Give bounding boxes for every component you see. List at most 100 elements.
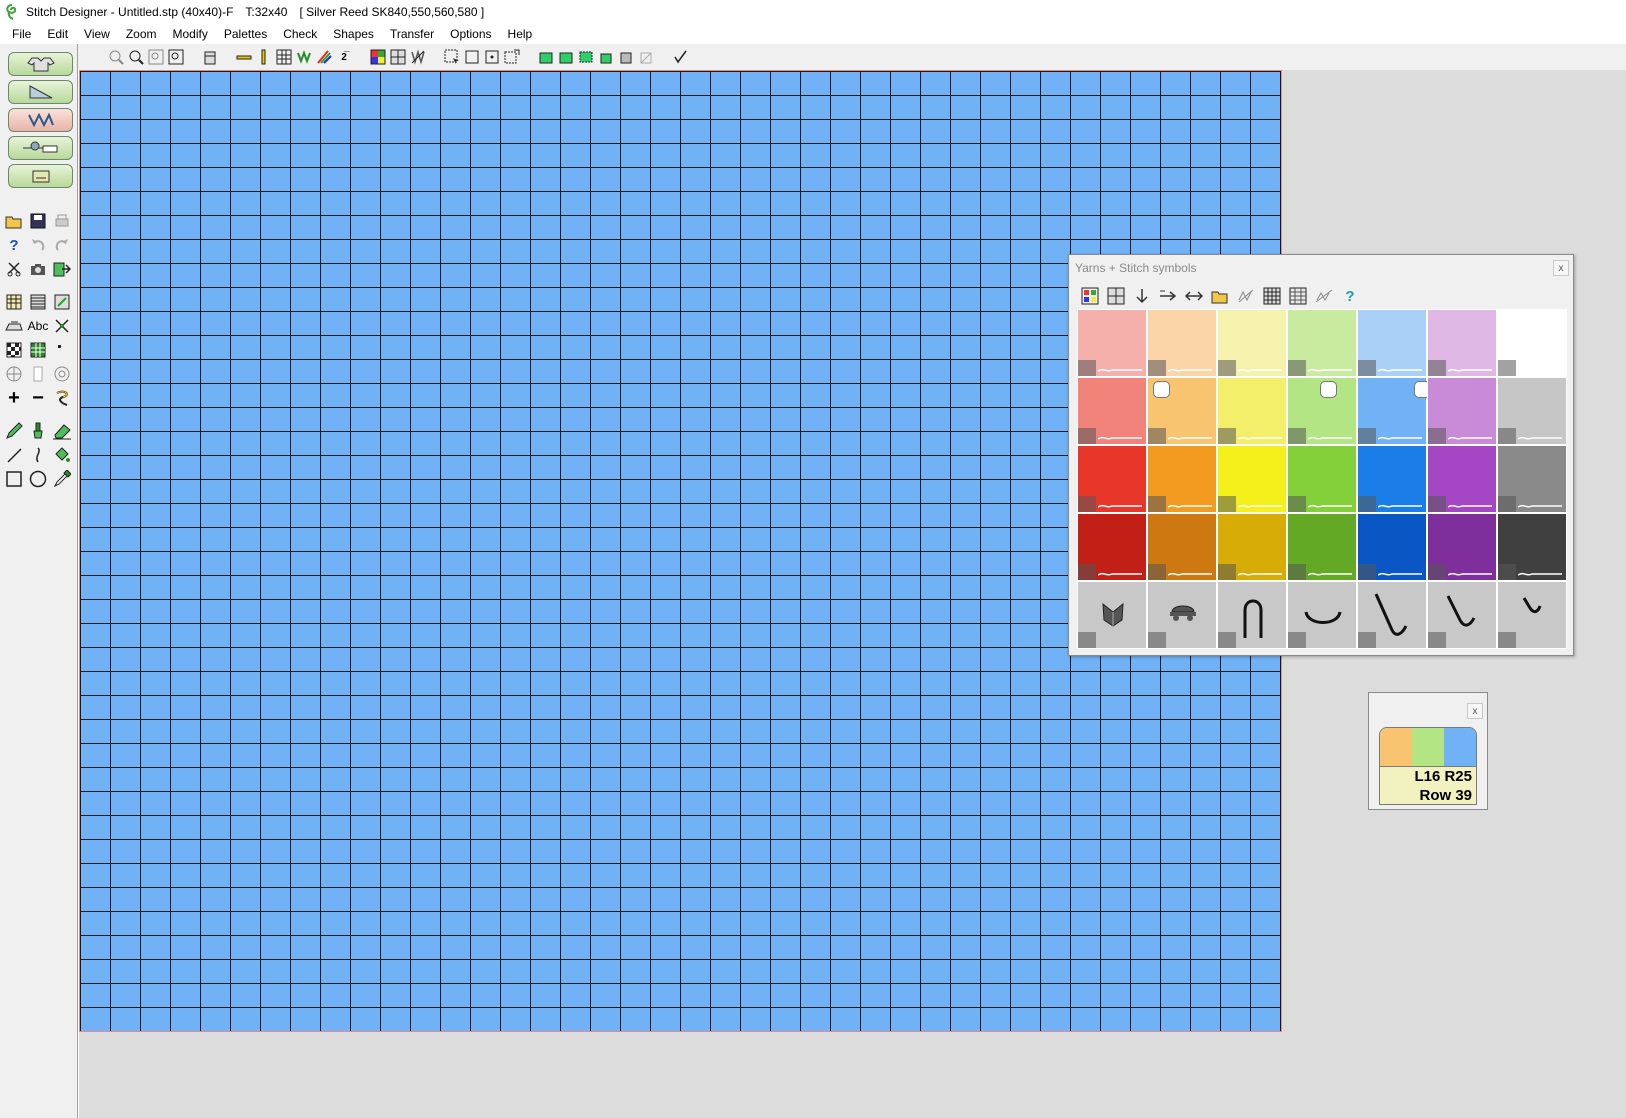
yarn-swatch[interactable] (1287, 445, 1357, 513)
yarn-swatch[interactable] (1357, 445, 1427, 513)
yarn-swatch[interactable] (1147, 513, 1217, 581)
yarn-swatch[interactable] (1427, 377, 1497, 445)
menu-options[interactable]: Options (442, 27, 499, 41)
yarn-swatch[interactable] (1357, 377, 1431, 445)
stitch-symbol-swatch[interactable] (1147, 581, 1217, 649)
yarn-swatch[interactable] (1217, 513, 1287, 581)
carriage-off-icon[interactable] (636, 47, 656, 67)
yarn-swatch[interactable] (1427, 309, 1497, 377)
palette-symbol-view-icon[interactable] (1103, 285, 1129, 307)
paste-icon[interactable] (51, 258, 73, 280)
palette-move-down-icon[interactable] (1129, 285, 1155, 307)
print-icon[interactable] (51, 210, 73, 232)
stitch-symbol-swatch[interactable] (1217, 581, 1287, 649)
yarn-swap-icon[interactable] (576, 47, 596, 67)
line-tool-icon[interactable] (3, 444, 25, 466)
help-icon[interactable]: ? (3, 234, 25, 256)
stitch-view-icon[interactable] (294, 47, 314, 67)
grid-toggle-icon[interactable] (274, 47, 294, 67)
symbol-view-icon[interactable] (388, 47, 408, 67)
mirror-icon[interactable] (27, 363, 49, 385)
checker-fill-icon[interactable] (3, 339, 25, 361)
remove-icon[interactable]: − (27, 387, 49, 409)
curve-tool-icon[interactable] (27, 444, 49, 466)
yarn-swatch[interactable] (1287, 513, 1357, 581)
menu-modify[interactable]: Modify (165, 27, 216, 41)
palette-close-button[interactable]: x (1553, 260, 1569, 276)
cut-icon[interactable] (3, 258, 25, 280)
yarn-swatch[interactable] (1497, 377, 1567, 445)
yarn-swatch[interactable] (1287, 309, 1357, 377)
chart-view-icon[interactable] (3, 291, 25, 313)
text-tool-icon[interactable]: Abc (27, 315, 49, 337)
menu-edit[interactable]: Edit (39, 27, 76, 41)
symbol-off-icon[interactable] (408, 47, 428, 67)
menu-shapes[interactable]: Shapes (325, 27, 382, 41)
open-folder-icon[interactable] (3, 210, 25, 232)
yarn-swatch[interactable] (1357, 309, 1427, 377)
stitch-symbol-swatch[interactable] (1357, 581, 1427, 649)
yarn-swatch[interactable] (1217, 309, 1287, 377)
yarn-swatch[interactable] (1217, 445, 1287, 513)
yarn-swatch[interactable] (1497, 445, 1567, 513)
move-icon[interactable] (3, 363, 25, 385)
zoom-in-icon[interactable] (126, 47, 146, 67)
ellipse-tool-icon[interactable] (27, 468, 49, 490)
palette-color-table-icon[interactable] (1285, 285, 1311, 307)
yarn-swatch[interactable] (1147, 445, 1217, 513)
yarn-swatch[interactable] (1077, 513, 1147, 581)
garment-icon[interactable] (200, 47, 220, 67)
color-view-icon[interactable] (368, 47, 388, 67)
yarn-swatch[interactable] (1427, 445, 1497, 513)
scatter-tool-icon[interactable] (51, 315, 73, 337)
menu-transfer[interactable]: Transfer (382, 27, 442, 41)
machine-mode-button[interactable] (8, 164, 73, 188)
redo-icon[interactable] (51, 234, 73, 256)
fill-bucket-icon[interactable] (51, 444, 73, 466)
numbers-icon[interactable]: 2̅ (334, 47, 354, 67)
yarn-c-icon[interactable] (596, 47, 616, 67)
rainbow-icon[interactable] (314, 47, 334, 67)
palette-open-folder-icon[interactable] (1207, 285, 1233, 307)
stitch-symbol-swatch[interactable] (1077, 581, 1147, 649)
yarn-swatch[interactable] (1147, 377, 1217, 445)
stitch-symbol-swatch[interactable] (1497, 581, 1567, 649)
chart-numbers-icon[interactable] (51, 291, 73, 313)
stitch-symbol-swatch[interactable] (1427, 581, 1497, 649)
yarn-swatch[interactable] (1497, 309, 1567, 377)
chart-table-icon[interactable] (27, 291, 49, 313)
pencil-icon[interactable] (3, 420, 25, 442)
yarn-swatch[interactable] (1077, 377, 1147, 445)
yarn-swatch[interactable] (1287, 377, 1357, 445)
yarn-swatch[interactable] (1427, 513, 1497, 581)
menu-palettes[interactable]: Palettes (216, 27, 275, 41)
select-rectangle-icon[interactable] (462, 47, 482, 67)
menu-zoom[interactable]: Zoom (118, 27, 165, 41)
yarn-a-icon[interactable] (536, 47, 556, 67)
select-resize-icon[interactable] (502, 47, 522, 67)
palette-help-icon[interactable]: ? (1337, 285, 1363, 307)
iron-icon[interactable] (3, 315, 25, 337)
yarn-swatch[interactable] (1147, 309, 1217, 377)
yarn-swatch[interactable] (1357, 513, 1427, 581)
stitch-symbol-swatch[interactable] (1287, 581, 1357, 649)
camera-icon[interactable] (27, 258, 49, 280)
select-icon[interactable] (442, 47, 462, 67)
add-icon[interactable]: + (3, 387, 25, 409)
yarn-b-icon[interactable] (556, 47, 576, 67)
single-dot-icon[interactable] (51, 339, 73, 361)
zoom-window-icon[interactable] (166, 47, 186, 67)
garment-mode-button[interactable] (8, 52, 73, 76)
lasso-icon[interactable] (51, 387, 73, 409)
eraser-icon[interactable] (51, 420, 73, 442)
ruler-horizontal-icon[interactable] (234, 47, 254, 67)
carriage-icon[interactable] (616, 47, 636, 67)
palette-disable-icon[interactable] (1311, 285, 1337, 307)
yarn-swatch[interactable] (1497, 513, 1567, 581)
save-icon[interactable] (27, 210, 49, 232)
palette-swap-icon[interactable] (1181, 285, 1207, 307)
yarn-swatch[interactable] (1217, 377, 1287, 445)
menu-help[interactable]: Help (500, 27, 541, 41)
palette-color-grid-icon[interactable] (1259, 285, 1285, 307)
palette-move-right-icon[interactable] (1155, 285, 1181, 307)
